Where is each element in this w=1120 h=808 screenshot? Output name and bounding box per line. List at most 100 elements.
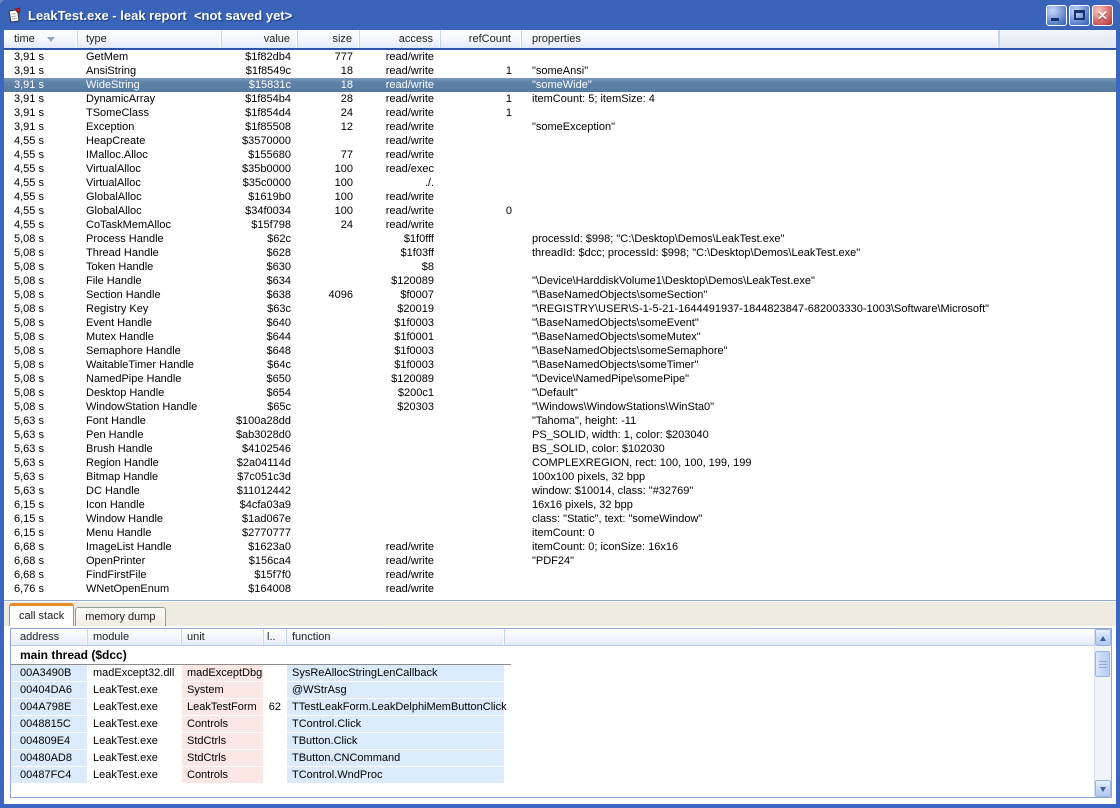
cell-time: 5,63 s xyxy=(4,456,78,470)
cell-address: 00487FC4 xyxy=(11,767,88,783)
cell-size: 28 xyxy=(298,92,360,106)
scroll-up-button[interactable] xyxy=(1095,629,1111,646)
table-row[interactable]: 3,91 sGetMem$1f82db4777read/write xyxy=(4,50,1116,64)
cell-function: @WStrAsg xyxy=(287,682,505,698)
cell-properties: threadId: $dcc; processId: $998; "C:\Des… xyxy=(522,246,999,260)
table-row[interactable]: 5,08 sDesktop Handle$654$200c1"\Default" xyxy=(4,386,1116,400)
cell-properties: class: "Static", text: "someWindow" xyxy=(522,512,999,526)
cell-time: 4,55 s xyxy=(4,218,78,232)
call-stack-row[interactable]: 0048815CLeakTest.exeControlsTControl.Cli… xyxy=(11,716,1094,733)
column-header-value[interactable]: value xyxy=(222,30,298,48)
cell-access: $20303 xyxy=(360,400,441,414)
column-label: time xyxy=(14,33,35,45)
cell-properties xyxy=(522,568,999,582)
table-row[interactable]: 4,55 sHeapCreate$3570000read/write xyxy=(4,134,1116,148)
table-row[interactable]: 5,63 sRegion Handle$2a04114dCOMPLEXREGIO… xyxy=(4,456,1116,470)
scrollbar-track[interactable] xyxy=(1095,649,1111,780)
cell-properties xyxy=(522,134,999,148)
cell-properties: "Tahoma", height: -11 xyxy=(522,414,999,428)
table-row[interactable]: 6,76 sWNetOpenEnum$164008read/write xyxy=(4,582,1116,596)
cell-type: Mutex Handle xyxy=(78,330,222,344)
column-header-properties[interactable]: properties xyxy=(522,30,999,48)
table-row[interactable]: 6,68 sOpenPrinter$156ca4read/write"PDF24… xyxy=(4,554,1116,568)
table-row[interactable]: 5,63 sPen Handle$ab3028d0PS_SOLID, width… xyxy=(4,428,1116,442)
column-header-time[interactable]: time xyxy=(4,30,78,48)
table-row[interactable]: 6,15 sWindow Handle$1ad067eclass: "Stati… xyxy=(4,512,1116,526)
scrollbar-thumb[interactable] xyxy=(1095,651,1110,677)
cell-size xyxy=(298,260,360,274)
table-row[interactable]: 4,55 sGlobalAlloc$34f0034100read/write0 xyxy=(4,204,1116,218)
table-row[interactable]: 5,08 sWaitableTimer Handle$64c$1f0003"\B… xyxy=(4,358,1116,372)
scroll-down-button[interactable] xyxy=(1095,780,1111,797)
table-row[interactable]: 4,55 sVirtualAlloc$35c0000100./. xyxy=(4,176,1116,190)
table-row[interactable]: 5,08 sSemaphore Handle$648$1f0003"\BaseN… xyxy=(4,344,1116,358)
call-stack-row[interactable]: 00487FC4LeakTest.exeControlsTControl.Wnd… xyxy=(11,767,1094,784)
minimize-icon xyxy=(1051,18,1059,21)
table-row[interactable]: 6,15 sMenu Handle$2770777itemCount: 0 xyxy=(4,526,1116,540)
table-row[interactable]: 5,08 sFile Handle$634$120089"\Device\Har… xyxy=(4,274,1116,288)
table-row[interactable]: 3,91 sAnsiString$1f8549c18read/write1"so… xyxy=(4,64,1116,78)
call-stack-row[interactable]: 004809E4LeakTest.exeStdCtrlsTButton.Clic… xyxy=(11,733,1094,750)
cell-properties xyxy=(522,162,999,176)
cell-value: $ab3028d0 xyxy=(222,428,298,442)
call-stack-row[interactable]: 00480AD8LeakTest.exeStdCtrlsTButton.CNCo… xyxy=(11,750,1094,767)
tab-memory-dump[interactable]: memory dump xyxy=(75,607,165,626)
callstack-column-header-function[interactable]: function xyxy=(287,629,505,645)
cell-properties: PS_SOLID, width: 1, color: $203040 xyxy=(522,428,999,442)
table-row[interactable]: 5,08 sRegistry Key$63c$20019"\REGISTRY\U… xyxy=(4,302,1116,316)
title-bar[interactable]: LeakTest.exe - leak report <not saved ye… xyxy=(0,0,1120,30)
cell-type: DynamicArray xyxy=(78,92,222,106)
table-row[interactable]: 4,55 sIMalloc.Alloc$15568077read/write xyxy=(4,148,1116,162)
call-stack-row[interactable]: 004A798ELeakTest.exeLeakTestForm62TTestL… xyxy=(11,699,1094,716)
table-row[interactable]: 4,55 sCoTaskMemAlloc$15f79824read/write xyxy=(4,218,1116,232)
table-row[interactable]: 3,91 sWideString$15831c18read/write"some… xyxy=(4,78,1116,92)
callstack-column-header-module[interactable]: module xyxy=(88,629,182,645)
table-row[interactable]: 3,91 sException$1f8550812read/write"some… xyxy=(4,120,1116,134)
cell-properties: processId: $998; "C:\Desktop\Demos\LeakT… xyxy=(522,232,999,246)
call-stack-row[interactable]: 00A3490BmadExcept32.dllmadExceptDbgSysRe… xyxy=(11,665,1094,682)
cell-access: read/write xyxy=(360,218,441,232)
cell-time: 5,08 s xyxy=(4,400,78,414)
column-header-size[interactable]: size xyxy=(298,30,360,48)
close-button[interactable]: ✕ xyxy=(1092,5,1113,26)
table-row[interactable]: 6,68 sFindFirstFile$15f7f0read/write xyxy=(4,568,1116,582)
table-row[interactable]: 5,63 sDC Handle$11012442window: $10014, … xyxy=(4,484,1116,498)
callstack-column-header-address[interactable]: address xyxy=(11,629,88,645)
table-row[interactable]: 4,55 sGlobalAlloc$1619b0100read/write xyxy=(4,190,1116,204)
cell-properties: "\Device\NamedPipe\somePipe" xyxy=(522,372,999,386)
table-row[interactable]: 6,68 sImageList Handle$1623a0read/writei… xyxy=(4,540,1116,554)
table-row[interactable]: 3,91 sTSomeClass$1f854d424read/write1 xyxy=(4,106,1116,120)
cell-function: TButton.CNCommand xyxy=(287,750,505,766)
cell-value: $1f82db4 xyxy=(222,50,298,64)
table-row[interactable]: 5,63 sBrush Handle$4102546BS_SOLID, colo… xyxy=(4,442,1116,456)
table-row[interactable]: 4,55 sVirtualAlloc$35b0000100read/exec xyxy=(4,162,1116,176)
minimize-button[interactable] xyxy=(1046,5,1067,26)
column-header-refCount[interactable]: refCount xyxy=(441,30,522,48)
cell-time: 4,55 s xyxy=(4,162,78,176)
table-row[interactable]: 5,63 sBitmap Handle$7c051c3d100x100 pixe… xyxy=(4,470,1116,484)
table-row[interactable]: 5,08 sThread Handle$628$1f03ffthreadId: … xyxy=(4,246,1116,260)
call-stack-row[interactable]: 00404DA6LeakTest.exeSystem@WStrAsg xyxy=(11,682,1094,699)
cell-properties xyxy=(522,50,999,64)
table-row[interactable]: 5,08 sNamedPipe Handle$650$120089"\Devic… xyxy=(4,372,1116,386)
table-row[interactable]: 5,63 sFont Handle$100a28dd"Tahoma", heig… xyxy=(4,414,1116,428)
callstack-column-header-line[interactable]: l.. xyxy=(264,629,287,645)
table-row[interactable]: 5,08 sEvent Handle$640$1f0003"\BaseNamed… xyxy=(4,316,1116,330)
tab-call-stack[interactable]: call stack xyxy=(9,603,74,626)
cell-time: 5,08 s xyxy=(4,316,78,330)
table-row[interactable]: 5,08 sToken Handle$630$8 xyxy=(4,260,1116,274)
table-row[interactable]: 5,08 sSection Handle$6384096$f0007"\Base… xyxy=(4,288,1116,302)
cell-type: HeapCreate xyxy=(78,134,222,148)
vertical-scrollbar[interactable] xyxy=(1094,629,1111,797)
callstack-column-header-unit[interactable]: unit xyxy=(182,629,264,645)
table-row[interactable]: 5,08 sMutex Handle$644$1f0001"\BaseNamed… xyxy=(4,330,1116,344)
table-row[interactable]: 5,08 sProcess Handle$62c$1f0fffprocessId… xyxy=(4,232,1116,246)
cell-type: IMalloc.Alloc xyxy=(78,148,222,162)
table-row[interactable]: 6,15 sIcon Handle$4cfa03a916x16 pixels, … xyxy=(4,498,1116,512)
column-header-type[interactable]: type xyxy=(78,30,222,48)
table-row[interactable]: 5,08 sWindowStation Handle$65c$20303"\Wi… xyxy=(4,400,1116,414)
cell-function: TControl.Click xyxy=(287,716,505,732)
maximize-button[interactable] xyxy=(1069,5,1090,26)
table-row[interactable]: 3,91 sDynamicArray$1f854b428read/write1i… xyxy=(4,92,1116,106)
column-header-access[interactable]: access xyxy=(360,30,441,48)
